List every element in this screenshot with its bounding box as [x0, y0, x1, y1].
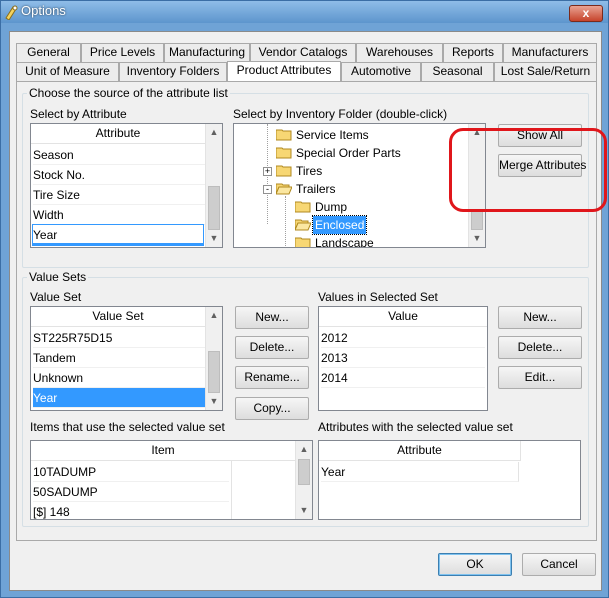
list-item[interactable]: Season: [33, 145, 205, 165]
red-highlight-annotation: [449, 128, 607, 212]
scroll-down-arrow-icon[interactable]: ▼: [206, 230, 222, 247]
options-app-icon: [5, 5, 18, 20]
values-listbox[interactable]: Value 2012 2013 2014: [318, 306, 488, 411]
tab-reports[interactable]: Reports: [443, 43, 503, 62]
list-item[interactable]: 50SADUMP: [33, 482, 229, 502]
ok-button[interactable]: OK: [438, 553, 512, 576]
open-folder-icon: [295, 219, 311, 231]
value-sets-caption: Value Sets: [27, 270, 89, 284]
value-set-column-header[interactable]: Value Set: [31, 307, 205, 327]
scroll-thumb[interactable]: [208, 186, 220, 230]
values-in-set-label: Values in Selected Set: [318, 290, 438, 304]
value-set-copy-button[interactable]: Copy...: [235, 397, 309, 420]
list-item[interactable]: Width: [33, 205, 205, 225]
scroll-up-arrow-icon[interactable]: ▲: [296, 441, 312, 458]
scroll-down-arrow-icon[interactable]: ▼: [296, 502, 312, 519]
folder-icon: [276, 165, 292, 177]
attribute-source-caption: Choose the source of the attribute list: [27, 86, 230, 100]
list-item[interactable]: 10TADUMP: [33, 462, 229, 482]
value-set-delete-button[interactable]: Delete...: [235, 336, 309, 359]
list-item[interactable]: 2013: [321, 348, 485, 368]
tab-product-attributes[interactable]: Product Attributes: [227, 61, 341, 81]
tab-automotive[interactable]: Automotive: [341, 62, 421, 81]
list-item[interactable]: 2014: [321, 368, 485, 388]
scroll-up-arrow-icon[interactable]: ▲: [206, 307, 222, 324]
value-set-scrollbar[interactable]: ▲ ▼: [205, 307, 222, 410]
tab-unit-of-measure[interactable]: Unit of Measure: [16, 62, 119, 81]
tab-vendor-catalogs[interactable]: Vendor Catalogs: [250, 43, 356, 62]
tab-lost-sale-return[interactable]: Lost Sale/Return: [494, 62, 597, 81]
value-edit-button[interactable]: Edit...: [498, 366, 582, 389]
tab-seasonal[interactable]: Seasonal: [421, 62, 494, 81]
list-item[interactable]: Year: [321, 462, 519, 482]
title-bar[interactable]: Options x: [1, 1, 608, 23]
attribute-listbox[interactable]: Attribute Season Stock No. Tire Size Wid…: [30, 123, 223, 248]
tab-warehouses[interactable]: Warehouses: [356, 43, 443, 62]
scroll-thumb[interactable]: [208, 351, 220, 393]
collapse-trailers-icon[interactable]: -: [263, 185, 272, 194]
items-listbox[interactable]: Item 10TADUMP 50SADUMP [$] 148 ▲ ▼: [30, 440, 313, 520]
scroll-thumb[interactable]: [298, 459, 310, 485]
folder-icon: [295, 201, 311, 213]
attribute-with-set-column-header[interactable]: Attribute: [319, 441, 521, 461]
folder-icon: [276, 147, 292, 159]
close-window-button[interactable]: x: [569, 5, 603, 22]
value-set-label: Value Set: [30, 290, 82, 304]
value-set-rename-button[interactable]: Rename...: [235, 366, 309, 389]
list-item[interactable]: Stock No.: [33, 165, 205, 185]
options-window: Options x General Price Levels Manufactu…: [0, 0, 609, 598]
items-using-set-label: Items that use the selected value set: [30, 420, 225, 434]
value-new-button[interactable]: New...: [498, 306, 582, 329]
items-scrollbar[interactable]: ▲ ▼: [295, 441, 312, 519]
expand-tires-icon[interactable]: +: [263, 167, 272, 176]
value-set-listbox[interactable]: Value Set ST225R75D15 Tandem Unknown Yea…: [30, 306, 223, 411]
open-folder-icon: [276, 183, 292, 195]
list-item[interactable]: Unknown: [33, 368, 205, 388]
list-item[interactable]: Tandem: [33, 348, 205, 368]
cancel-button[interactable]: Cancel: [522, 553, 596, 576]
list-item-selected[interactable]: Year: [33, 388, 205, 408]
tab-manufacturers[interactable]: Manufacturers: [503, 43, 597, 62]
scroll-up-arrow-icon[interactable]: ▲: [206, 124, 222, 141]
column-divider: [231, 461, 232, 519]
attribute-column-header[interactable]: Attribute: [31, 124, 205, 144]
tree-line: [285, 196, 286, 246]
scroll-down-arrow-icon[interactable]: ▼: [469, 230, 485, 247]
list-item[interactable]: 2012: [321, 328, 485, 348]
select-by-attribute-label: Select by Attribute: [30, 107, 127, 121]
tab-price-levels[interactable]: Price Levels: [81, 43, 164, 62]
list-item[interactable]: [$] 148: [33, 502, 229, 519]
tab-inventory-folders[interactable]: Inventory Folders: [119, 62, 227, 81]
value-delete-button[interactable]: Delete...: [498, 336, 582, 359]
folder-icon: [295, 237, 311, 247]
value-column-header[interactable]: Value: [319, 307, 487, 327]
scroll-down-arrow-icon[interactable]: ▼: [206, 393, 222, 410]
value-set-new-button[interactable]: New...: [235, 306, 309, 329]
list-item[interactable]: Tire Size: [33, 185, 205, 205]
list-item-selected[interactable]: Year: [32, 224, 204, 246]
dialog-client-area: General Price Levels Manufacturing Vendo…: [9, 31, 602, 591]
tab-manufacturing[interactable]: Manufacturing: [164, 43, 250, 62]
scroll-thumb[interactable]: [471, 210, 483, 230]
select-by-folder-label: Select by Inventory Folder (double-click…: [233, 107, 448, 121]
list-item[interactable]: ST225R75D15: [33, 328, 205, 348]
item-column-header[interactable]: Item: [31, 441, 295, 461]
attribute-list-scrollbar[interactable]: ▲ ▼: [205, 124, 222, 247]
folder-icon: [276, 129, 292, 141]
window-title: Options: [21, 3, 66, 18]
attributes-with-set-label: Attributes with the selected value set: [318, 420, 513, 434]
attributes-with-set-listbox[interactable]: Attribute Year: [318, 440, 581, 520]
tab-general[interactable]: General: [16, 43, 81, 62]
